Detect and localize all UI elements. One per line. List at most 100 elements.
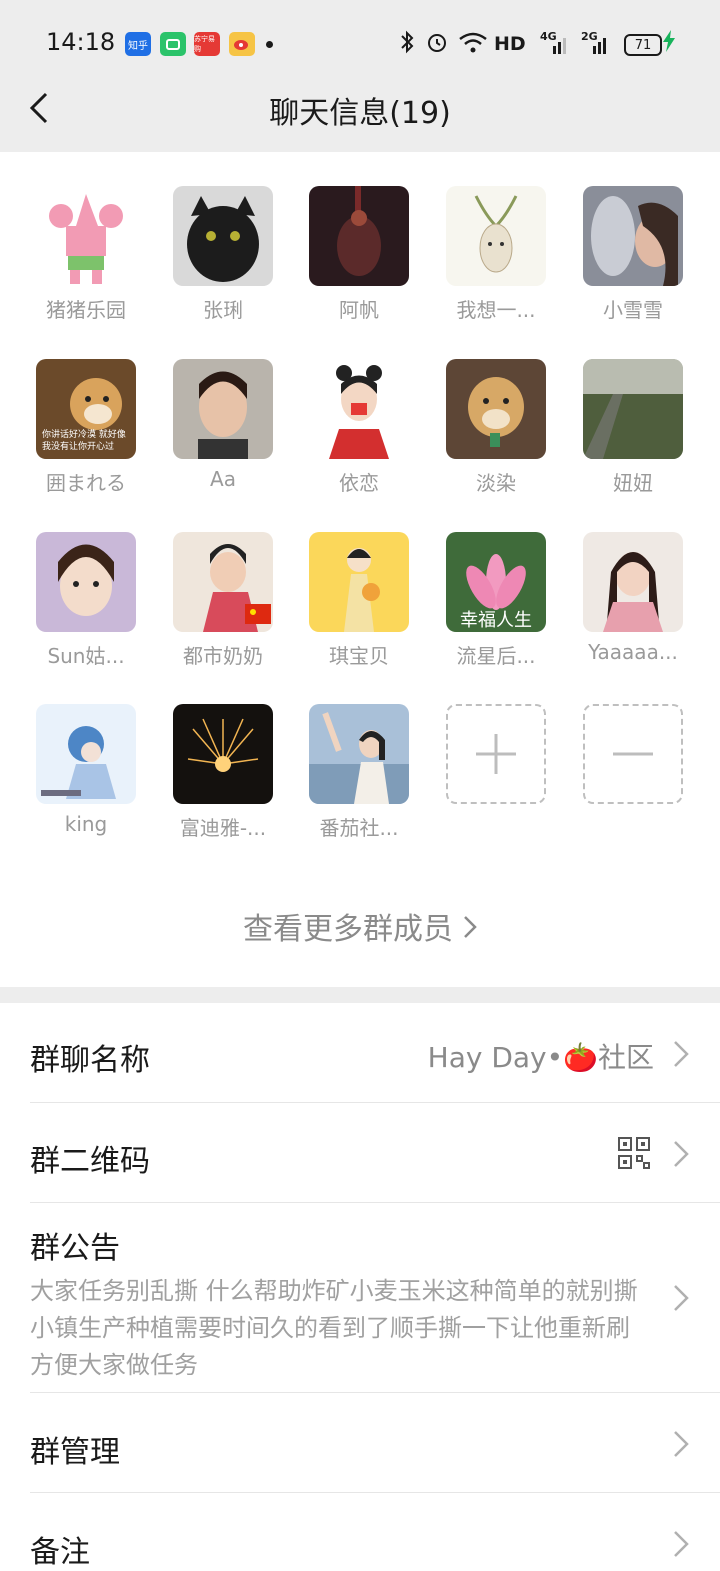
chevron-right-icon — [674, 1531, 689, 1557]
member-item[interactable]: Yaaaaa... — [573, 532, 693, 664]
add-member-button[interactable] — [436, 704, 556, 804]
member-name: 我想一... — [456, 298, 536, 322]
avatar — [36, 532, 136, 632]
member-name: 依恋 — [339, 471, 379, 495]
avatar-caption: 你讲话好冷漠 就好像我没有让你开心过 — [42, 430, 126, 452]
member-name: 番茄社... — [319, 816, 399, 840]
group-announcement-row[interactable]: 群公告 大家任务别乱撕 什么帮助炸矿小麦玉米这种简单的就别撕 小镇生产种植需要时… — [0, 1203, 720, 1393]
suning-icon: 苏宁易购 — [194, 32, 220, 56]
hd-label: HD — [494, 33, 526, 55]
group-manage-row[interactable]: 群管理 — [0, 1393, 720, 1493]
member-item[interactable]: 富迪雅-... — [163, 704, 283, 841]
member-item[interactable]: 淡染 — [436, 359, 556, 496]
charging-icon — [662, 30, 676, 57]
group-qr-label: 群二维码 — [30, 1144, 150, 1179]
group-announcement-text: 大家任务别乱撕 什么帮助炸矿小麦玉米这种简单的就别撕 小镇生产种植需要时间久的看… — [30, 1277, 638, 1379]
remark-row[interactable]: 备注 — [0, 1493, 720, 1570]
group-name-value: Hay Day•🍅社区 — [427, 1041, 654, 1074]
member-name: 猪猪乐园 — [46, 298, 126, 322]
group-name-row[interactable]: 群聊名称 Hay Day•🍅社区 — [0, 1003, 720, 1103]
member-item[interactable]: 你讲话好冷漠 就好像我没有让你开心过 囲まれる — [26, 359, 146, 496]
member-item[interactable]: 依恋 — [299, 359, 419, 496]
remove-member-button[interactable] — [573, 704, 693, 804]
avatar — [173, 704, 273, 804]
member-item[interactable]: 都市奶奶 — [163, 532, 283, 669]
avatar — [446, 359, 546, 459]
group-qr-row[interactable]: 群二维码 — [0, 1103, 720, 1203]
weibo-icon — [229, 32, 255, 56]
member-item[interactable]: 猪猪乐园 — [26, 186, 146, 323]
member-name: 囲まれる — [46, 471, 126, 495]
avatar — [36, 704, 136, 804]
chevron-right-icon — [674, 1285, 689, 1311]
member-name: Sun姑... — [47, 644, 125, 668]
member-name: Aa — [210, 467, 236, 491]
remark-label: 备注 — [30, 1535, 90, 1570]
view-more-members-link[interactable]: 查看更多群成员 — [0, 904, 720, 948]
avatar — [309, 532, 409, 632]
qr-code-icon — [618, 1137, 650, 1169]
zhihu-icon: 知乎 — [125, 32, 151, 56]
member-name: 淡染 — [476, 471, 516, 495]
avatar: 幸福人生 — [446, 532, 546, 632]
member-item[interactable]: Aa — [163, 359, 283, 491]
group-manage-label: 群管理 — [30, 1435, 120, 1470]
bluetooth-icon — [398, 30, 416, 60]
app-green-icon — [160, 32, 186, 56]
plus-icon — [476, 734, 516, 774]
avatar — [173, 532, 273, 632]
avatar — [583, 359, 683, 459]
signal-4g-icon — [552, 34, 570, 60]
member-item[interactable]: 我想一... — [436, 186, 556, 323]
member-item[interactable]: 幸福人生 流星后... — [436, 532, 556, 669]
chevron-right-icon — [463, 912, 477, 947]
member-name: 都市奶奶 — [183, 644, 263, 668]
member-name: 琪宝贝 — [329, 644, 389, 668]
wifi-icon — [458, 30, 488, 60]
avatar — [309, 359, 409, 459]
battery-indicator: 71 — [624, 34, 662, 56]
zhihu-label: 知乎 — [128, 40, 148, 52]
member-name: 小雪雪 — [603, 298, 663, 322]
avatar — [36, 186, 136, 286]
group-name-label: 群聊名称 — [30, 1043, 150, 1078]
chevron-right-icon — [674, 1431, 689, 1457]
status-time: 14:18 — [46, 28, 116, 56]
view-more-label: 查看更多群成员 — [243, 912, 453, 947]
avatar — [446, 186, 546, 286]
member-grid: 猪猪乐园 张琍 阿帆 我想一... 小雪雪 你讲话好冷漠 就好像我没有让你开心过… — [0, 152, 720, 987]
navigation-header: 聊天信息(19) — [0, 70, 720, 150]
member-item[interactable]: Sun姑... — [26, 532, 146, 669]
chevron-right-icon — [674, 1041, 689, 1067]
add-member-tile[interactable] — [446, 704, 546, 804]
avatar — [173, 359, 273, 459]
notification-dot — [266, 41, 273, 48]
member-item[interactable]: 小雪雪 — [573, 186, 693, 323]
avatar-caption: 幸福人生 — [460, 610, 532, 631]
member-name: 阿帆 — [339, 298, 379, 322]
member-item[interactable]: 妞妞 — [573, 359, 693, 496]
alarm-icon — [425, 30, 449, 60]
remove-member-tile[interactable] — [583, 704, 683, 804]
page-title: 聊天信息(19) — [269, 96, 451, 131]
avatar: 你讲话好冷漠 就好像我没有让你开心过 — [36, 359, 136, 459]
avatar — [173, 186, 273, 286]
member-name: 富迪雅-... — [179, 816, 267, 840]
signal-2g-icon — [592, 34, 610, 60]
member-item[interactable]: 张琍 — [163, 186, 283, 323]
member-name: Yaaaaa... — [588, 640, 678, 664]
avatar — [583, 186, 683, 286]
section-divider — [0, 987, 720, 1003]
member-name: 流星后... — [456, 644, 536, 668]
member-item[interactable]: 阿帆 — [299, 186, 419, 323]
minus-icon — [613, 752, 653, 756]
avatar — [309, 186, 409, 286]
group-announcement-label: 群公告 — [30, 1231, 120, 1266]
member-name: king — [64, 812, 108, 836]
member-item[interactable]: 琪宝贝 — [299, 532, 419, 669]
member-item[interactable]: king — [26, 704, 146, 836]
avatar — [309, 704, 409, 804]
member-item[interactable]: 番茄社... — [299, 704, 419, 841]
avatar — [583, 532, 683, 632]
member-name: 张琍 — [203, 298, 243, 322]
